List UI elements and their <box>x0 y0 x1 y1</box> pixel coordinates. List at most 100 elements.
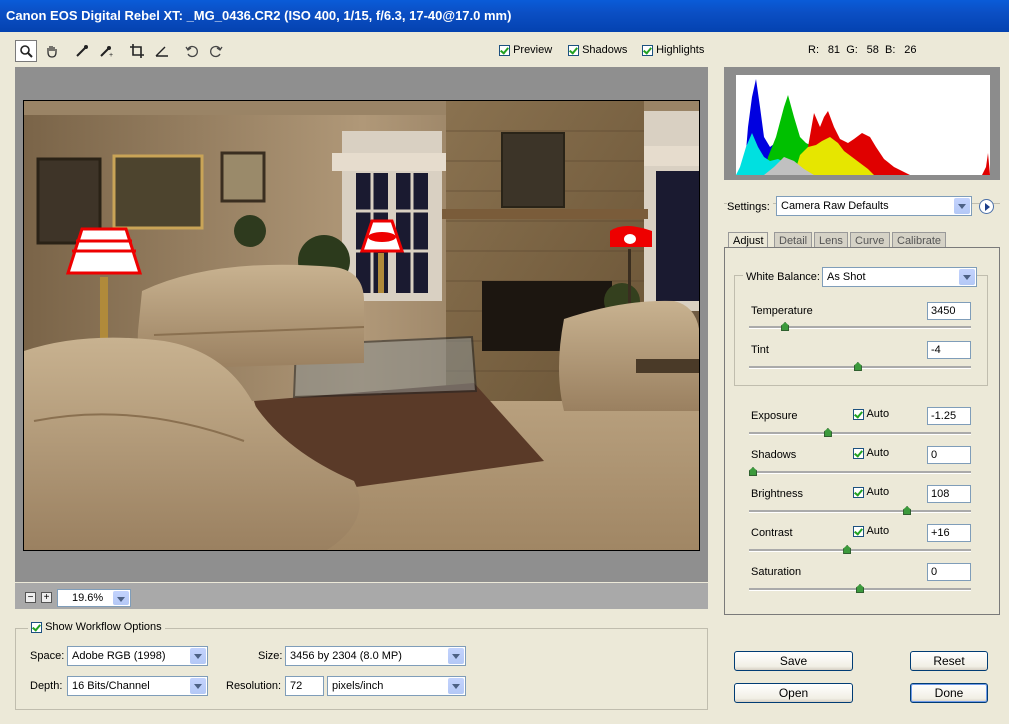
shadows-checkbox[interactable]: Shadows <box>568 44 627 56</box>
exposure-input[interactable]: -1.25 <box>927 407 971 425</box>
settings-value: Camera Raw Defaults <box>781 200 889 212</box>
shadows-auto-label: Auto <box>866 447 890 459</box>
tint-label: Tint <box>751 344 769 356</box>
shadows-label: Shadows <box>582 44 628 56</box>
color-sampler-icon[interactable]: + <box>95 40 117 62</box>
workflow-check-icon[interactable] <box>31 621 42 633</box>
zoom-tool-icon[interactable] <box>15 40 37 62</box>
highlights-checkbox[interactable]: Highlights <box>642 44 704 56</box>
temperature-input[interactable]: 3450 <box>927 302 971 320</box>
saturation-label: Saturation <box>751 566 802 578</box>
white-balance-select[interactable]: As Shot <box>822 267 977 287</box>
shadows-auto-checkbox[interactable]: Auto <box>853 447 889 459</box>
white-balance-value: As Shot <box>827 271 866 283</box>
open-button[interactable]: Open <box>734 683 853 703</box>
depth-label: Depth: <box>30 680 63 692</box>
shadows-slider-label: Shadows <box>751 449 797 461</box>
tab-calibrate[interactable]: Calibrate <box>892 232 946 248</box>
shadows-input[interactable]: 0 <box>927 446 971 464</box>
histogram <box>724 67 1000 180</box>
exposure-auto-label: Auto <box>866 408 890 420</box>
highlights-label: Highlights <box>656 44 705 56</box>
space-select[interactable]: Adobe RGB (1998) <box>67 646 208 666</box>
temperature-label: Temperature <box>751 305 813 317</box>
chevron-down-icon[interactable] <box>954 198 970 214</box>
window-title: Canon EOS Digital Rebel XT: _MG_0436.CR2… <box>6 8 512 23</box>
white-balance-label: White Balance: <box>743 271 823 283</box>
g-value: 58 <box>866 44 879 56</box>
hand-tool-icon[interactable] <box>41 40 63 62</box>
size-select[interactable]: 3456 by 2304 (8.0 MP) <box>285 646 466 666</box>
b-value: 26 <box>904 44 917 56</box>
size-label: Size: <box>258 650 283 662</box>
chevron-down-icon[interactable] <box>113 591 129 605</box>
brightness-auto-check-icon[interactable] <box>853 486 864 498</box>
chevron-down-icon[interactable] <box>448 648 464 664</box>
brightness-auto-label: Auto <box>866 486 890 498</box>
highlights-check-icon[interactable] <box>642 44 653 56</box>
tint-input[interactable]: -4 <box>927 341 971 359</box>
r-label: R: <box>808 44 819 56</box>
show-workflow-checkbox[interactable]: Show Workflow Options <box>28 621 165 633</box>
svg-text:+: + <box>109 52 113 58</box>
contrast-auto-check-icon[interactable] <box>853 525 864 537</box>
zoom-select[interactable]: 19.6% <box>57 589 131 607</box>
settings-label: Settings: <box>727 201 773 213</box>
saturation-input[interactable]: 0 <box>927 563 971 581</box>
chevron-down-icon[interactable] <box>190 648 206 664</box>
space-value: Adobe RGB (1998) <box>72 650 166 662</box>
rotate-right-icon[interactable] <box>205 40 227 62</box>
resolution-unit-select[interactable]: pixels/inch <box>327 676 466 696</box>
white-balance-eyedropper-icon[interactable] <box>71 40 93 62</box>
reset-button[interactable]: Reset <box>910 651 988 671</box>
rotate-left-icon[interactable] <box>181 40 203 62</box>
straighten-tool-icon[interactable] <box>151 40 173 62</box>
chevron-down-icon[interactable] <box>448 678 464 694</box>
preview-checkbox[interactable]: Preview <box>499 44 552 56</box>
brightness-auto-checkbox[interactable]: Auto <box>853 486 889 498</box>
tab-curve[interactable]: Curve <box>850 232 890 248</box>
exposure-track[interactable] <box>749 432 971 435</box>
exposure-auto-checkbox[interactable]: Auto <box>853 408 889 420</box>
workflow-label: Show Workflow Options <box>45 621 162 633</box>
save-button[interactable]: Save <box>734 651 853 671</box>
g-label: G: <box>846 44 858 56</box>
chevron-down-icon[interactable] <box>190 678 206 694</box>
preview-label: Preview <box>513 44 553 56</box>
zoom-out-button[interactable]: − <box>25 592 36 603</box>
r-value: 81 <box>827 44 841 56</box>
resolution-unit-value: pixels/inch <box>332 680 384 692</box>
size-value: 3456 by 2304 (8.0 MP) <box>290 650 402 662</box>
zoom-in-button[interactable]: + <box>41 592 52 603</box>
tab-detail[interactable]: Detail <box>774 232 812 248</box>
depth-select[interactable]: 16 Bits/Channel <box>67 676 208 696</box>
exposure-label: Exposure <box>751 410 798 422</box>
shadows-check-icon[interactable] <box>568 44 579 56</box>
settings-select[interactable]: Camera Raw Defaults <box>776 196 972 216</box>
workflow-options-group <box>15 628 708 710</box>
resolution-input[interactable]: 72 <box>285 676 324 696</box>
rgb-readout: R: 81 G: 58 B: 26 <box>808 44 916 56</box>
exposure-auto-check-icon[interactable] <box>853 408 864 420</box>
tab-lens[interactable]: Lens <box>814 232 848 248</box>
space-label: Space: <box>30 650 65 662</box>
brightness-label: Brightness <box>751 488 803 500</box>
preview-image[interactable] <box>23 100 700 551</box>
contrast-label: Contrast <box>751 527 793 539</box>
contrast-track[interactable] <box>749 549 971 552</box>
contrast-input[interactable]: +16 <box>927 524 971 542</box>
zoom-value: 19.6% <box>72 592 104 604</box>
shadows-track[interactable] <box>749 471 971 474</box>
depth-value: 16 Bits/Channel <box>72 680 150 692</box>
shadows-auto-check-icon[interactable] <box>853 447 864 459</box>
crop-tool-icon[interactable] <box>126 40 148 62</box>
chevron-down-icon[interactable] <box>959 269 975 285</box>
done-button[interactable]: Done <box>910 683 988 703</box>
brightness-track[interactable] <box>749 510 971 513</box>
contrast-auto-label: Auto <box>866 525 890 537</box>
preview-check-icon[interactable] <box>499 44 510 56</box>
brightness-input[interactable]: 108 <box>927 485 971 503</box>
settings-menu-icon[interactable] <box>979 199 994 214</box>
b-label: B: <box>885 44 896 56</box>
contrast-auto-checkbox[interactable]: Auto <box>853 525 889 537</box>
